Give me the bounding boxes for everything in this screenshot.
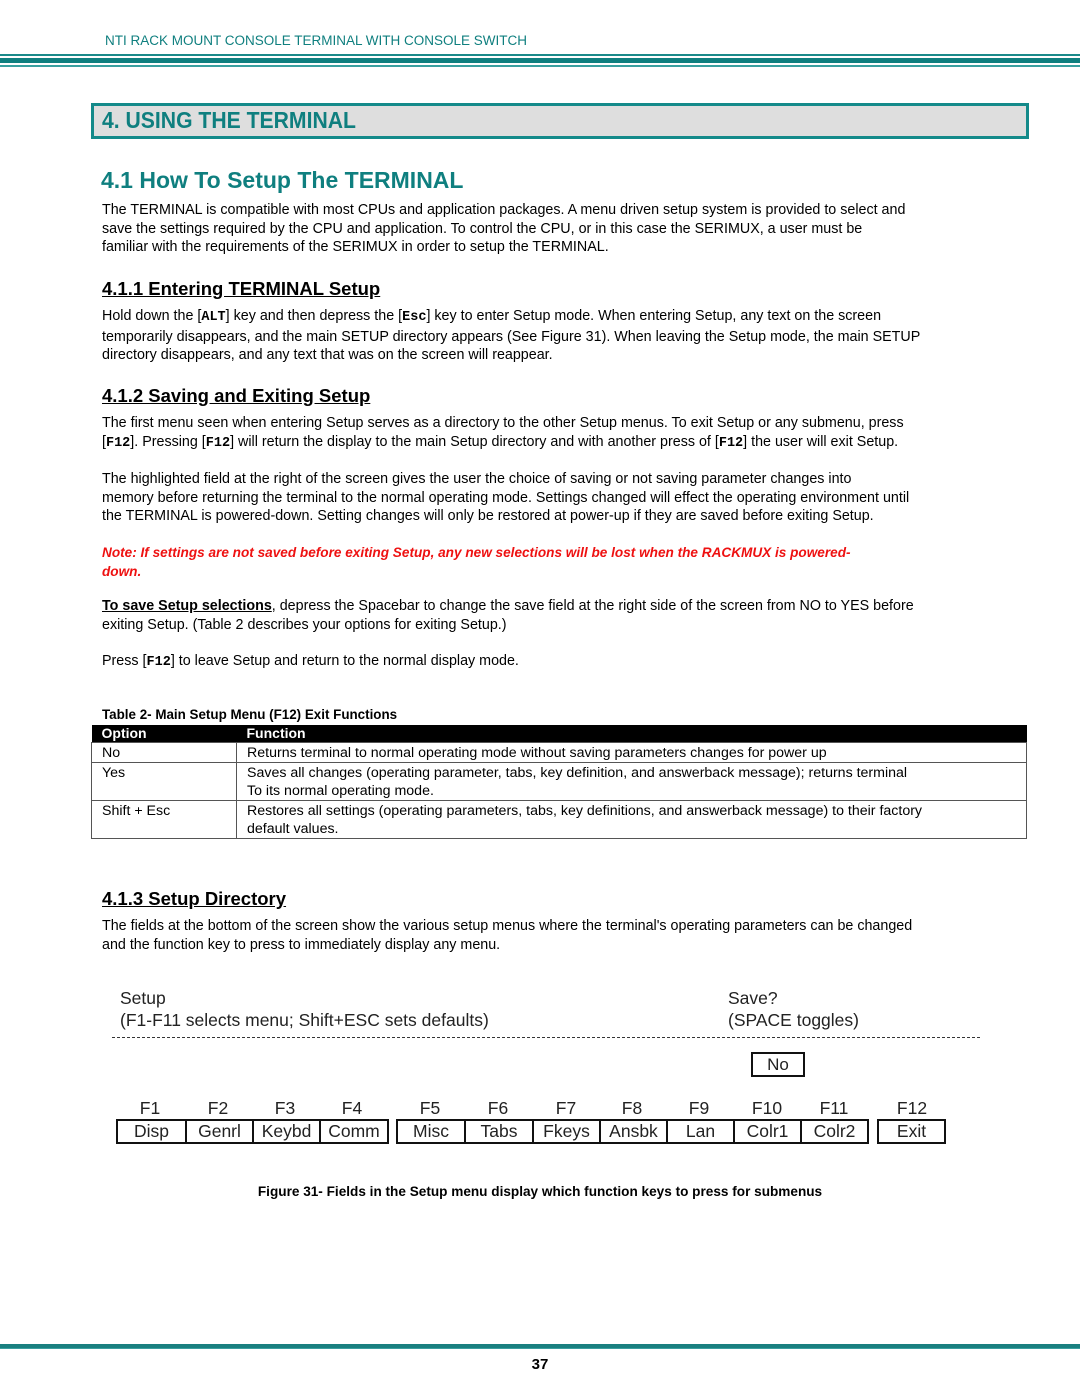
table-caption: Table 2- Main Setup Menu (F12) Exit Func… [102,707,398,722]
section-4-1-2-para2: The highlighted field at the right of th… [102,470,1022,526]
function-cell: Restores all settings (operating paramet… [236,800,1027,839]
page-number: 37 [531,1356,549,1373]
body-line: The first menu seen when entering Setup … [102,415,904,431]
section-4-1-3-title: 4.1.3 Setup Directory [102,888,287,909]
fkey-label: F1 [139,1098,161,1118]
running-header: NTI RACK MOUNT CONSOLE TERMINAL WITH CON… [105,33,528,48]
option-cell: Shift + Esc [91,800,237,839]
fkey-label: F2 [207,1098,229,1118]
section-4-1-1-title: 4.1.1 Entering TERMINAL Setup [102,278,381,299]
footer-rule-thin [0,1348,1080,1349]
menu-colr1[interactable]: Colr1 [735,1121,802,1142]
note-line: down. [102,564,142,579]
setup-menu-figure: Setup (F1-F11 selects menu; Shift+ESC se… [100,980,990,1150]
table-row: Yes Saves all changes (operating paramet… [91,762,1027,801]
exit-functions-table: Option Function No Returns terminal to n… [91,725,1027,839]
save-lead: To save Setup selections [102,598,272,614]
fkey-label: F4 [341,1098,363,1118]
option-cell: No [91,742,237,763]
key-f12: F12 [205,435,231,451]
section-4-1-1-body: Hold down the [ALT] key and then depress… [102,307,1022,365]
section-4-1-3-body: The fields at the bottom of the screen s… [102,917,1022,954]
body-line: familiar with the requirements of the SE… [102,239,609,255]
save-instructions: To save Setup selections, depress the Sp… [102,597,1022,634]
fkey-label: F8 [621,1098,643,1118]
body-line: [F12]. Pressing [F12] will return the di… [102,433,899,451]
body-line: temporarily disappears, and the main SET… [102,328,921,345]
fkey-label: F12 [896,1098,928,1118]
fkey-label: F7 [555,1098,577,1118]
body-line: directory disappears, and any text that … [102,347,553,363]
save-toggle-field[interactable]: No [751,1052,805,1077]
section-4-1-body: The TERMINAL is compatible with most CPU… [102,201,1022,257]
section-4-1-2-title: 4.1.2 Saving and Exiting Setup [102,385,371,406]
table-row: Shift + Esc Restores all settings (opera… [91,800,1027,839]
function-cell: Returns terminal to normal operating mod… [236,742,1027,763]
chapter-title: 4. USING THE TERMINAL [102,107,356,133]
fkey-label: F6 [487,1098,509,1118]
body-line: exiting Setup. (Table 2 describes your o… [102,616,507,633]
fkey-label: F5 [419,1098,441,1118]
body-line: The fields at the bottom of the screen s… [102,918,913,934]
menu-ansbk[interactable]: Ansbk [601,1121,668,1142]
fkey-label: F11 [819,1098,849,1118]
key-f12: F12 [146,655,171,670]
menu-disp[interactable]: Disp [118,1121,187,1142]
menu-tabs[interactable]: Tabs [466,1121,534,1142]
body-line: save the settings required by the CPU an… [102,220,863,237]
save-hint: (SPACE toggles) [728,1010,859,1030]
key-f12: F12 [718,435,744,451]
key-alt: ALT [201,310,226,325]
key-esc: Esc [402,310,427,325]
body-line: The highlighted field at the right of th… [102,471,852,487]
figure-caption: Figure 31- Fields in the Setup menu disp… [257,1184,823,1199]
setup-title: Setup [120,988,166,1008]
chapter-heading-box: 4. USING THE TERMINAL [91,103,1029,139]
menu-exit[interactable]: Exit [879,1121,944,1142]
body-line: Hold down the [ALT] key and then depress… [102,308,882,325]
press-f12-instruction: Press [F12] to leave Setup and return to… [102,653,519,670]
menu-lan[interactable]: Lan [668,1121,735,1142]
menu-misc[interactable]: Misc [398,1121,466,1142]
menu-colr2[interactable]: Colr2 [802,1121,867,1142]
column-header-function: Function [236,725,1027,743]
fkey-label: F3 [274,1098,296,1118]
note-line: Note: If settings are not saved before e… [102,545,851,560]
setup-hint: (F1-F11 selects menu; Shift+ESC sets def… [120,1010,489,1030]
menu-group-f1-f4: Disp Genrl Keybd Comm [116,1119,389,1144]
menu-group-f5-f11: Misc Tabs Fkeys Ansbk Lan Colr1 Colr2 [396,1119,869,1144]
save-title: Save? [728,988,778,1008]
section-4-1-title: 4.1 How To Setup The TERMINAL [101,167,464,193]
dashed-divider [112,1037,980,1038]
body-line: memory before returning the terminal to … [102,489,910,506]
key-f12: F12 [105,435,131,451]
menu-keybd[interactable]: Keybd [254,1121,321,1142]
column-header-option: Option [91,725,237,743]
fkey-label: F10 [751,1098,783,1118]
body-line: To save Setup selections, depress the Sp… [102,598,914,614]
menu-fkeys[interactable]: Fkeys [534,1121,601,1142]
section-4-1-2-para1: The first menu seen when entering Setup … [102,414,1022,453]
option-cell: Yes [91,762,237,801]
menu-genrl[interactable]: Genrl [187,1121,254,1142]
function-cell: Saves all changes (operating parameter, … [236,762,1027,801]
menu-group-f12: Exit [877,1119,946,1144]
table-header-row: Option Function [91,725,1027,743]
menu-comm[interactable]: Comm [321,1121,387,1142]
body-line: and the function key to press to immedia… [102,936,501,953]
header-rule [0,54,1080,67]
table-row: No Returns terminal to normal operating … [91,742,1027,763]
body-line: The TERMINAL is compatible with most CPU… [102,202,906,218]
body-line: the TERMINAL is powered-down. Setting ch… [102,508,874,524]
warning-note: Note: If settings are not saved before e… [102,543,1022,581]
fkey-label: F9 [688,1098,710,1118]
